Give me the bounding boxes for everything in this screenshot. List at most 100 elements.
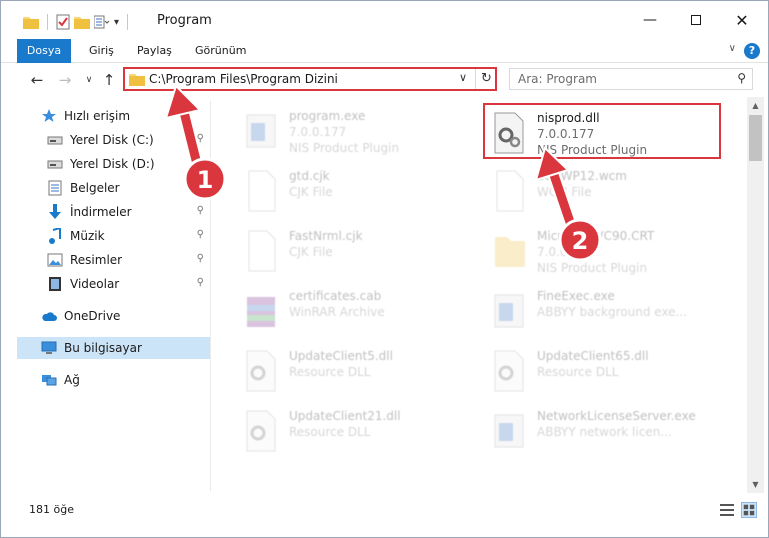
file-name: gtd.cjk bbox=[289, 169, 330, 183]
tab-view[interactable]: Görünüm bbox=[195, 39, 246, 63]
address-path[interactable]: C:\Program Files\Program Dizini bbox=[149, 72, 338, 86]
vertical-scrollbar[interactable]: ▲ ▼ bbox=[747, 97, 764, 493]
refresh-icon: ↻ bbox=[481, 71, 492, 86]
dll-gear-icon bbox=[246, 350, 276, 392]
maximize-icon bbox=[691, 15, 701, 25]
pin-icon[interactable]: ⚲ bbox=[197, 277, 204, 288]
sidebar-item-music[interactable]: Müzik ⚲ bbox=[17, 225, 210, 247]
minimize-button[interactable]: — bbox=[627, 1, 673, 39]
document-icon bbox=[248, 230, 276, 272]
details-view-icon[interactable] bbox=[719, 502, 735, 518]
file-item[interactable]: NetworkLicenseServer.exe ABBYY network l… bbox=[485, 403, 725, 459]
file-item[interactable]: certificates.cab WinRAR Archive bbox=[237, 283, 477, 339]
tab-home[interactable]: Giriş bbox=[89, 39, 114, 63]
sidebar-item-videos[interactable]: Videolar ⚲ bbox=[17, 273, 210, 295]
refresh-button[interactable]: ↻ bbox=[475, 69, 497, 89]
scroll-thumb[interactable] bbox=[749, 115, 762, 161]
pin-icon[interactable]: ⚲ bbox=[197, 133, 204, 144]
customize-icon[interactable] bbox=[94, 15, 110, 29]
file-name: UpdateClient65.dll bbox=[537, 349, 649, 363]
file-item[interactable]: UpdateClient21.dll Resource DLL bbox=[237, 403, 477, 459]
network-icon bbox=[41, 372, 57, 388]
status-bar: 181 öğe bbox=[1, 499, 768, 521]
file-name: Microsoft.VC90.CRT bbox=[537, 229, 655, 243]
qat-dropdown-icon[interactable]: ▾ bbox=[114, 17, 119, 28]
file-item[interactable]: program.exe 7.0.0.177 NIS Product Plugin bbox=[237, 103, 477, 159]
sidebar-item-network[interactable]: Ağ bbox=[17, 369, 210, 391]
explorer-window: ▾ Program — ✕ Dosya Giriş Paylaş Görünüm… bbox=[0, 0, 769, 538]
file-name: UpdateClient21.dll bbox=[289, 409, 401, 423]
folder-icon bbox=[495, 237, 525, 267]
exe-icon bbox=[494, 414, 524, 448]
sidebar-item-disk-d[interactable]: Yerel Disk (D:) ⚲ bbox=[17, 153, 210, 175]
sidebar-item-downloads[interactable]: İndirmeler ⚲ bbox=[17, 201, 210, 223]
ribbon-expand-icon[interactable]: ∨ bbox=[729, 43, 736, 54]
folder-icon bbox=[129, 74, 145, 86]
close-icon: ✕ bbox=[735, 10, 749, 30]
arrow-right-icon: → bbox=[58, 71, 72, 89]
pin-icon[interactable]: ⚲ bbox=[197, 205, 204, 216]
up-button[interactable]: ↑ bbox=[99, 70, 119, 90]
navigation-pane: Hızlı erişim Yerel Disk (C:) ⚲ Yerel Dis… bbox=[17, 101, 211, 491]
pin-icon[interactable]: ⚲ bbox=[197, 181, 204, 192]
tiles-view-icon[interactable] bbox=[741, 502, 757, 518]
new-folder-icon[interactable] bbox=[74, 15, 90, 29]
sidebar-item-onedrive[interactable]: OneDrive bbox=[17, 305, 210, 327]
file-version: 7.0.0.177 bbox=[289, 125, 347, 139]
file-item[interactable]: SoftWP12.wcm WCM File bbox=[485, 163, 725, 219]
sidebar-item-label: Yerel Disk (D:) bbox=[70, 157, 155, 171]
file-item-nisprod[interactable]: nisprod.dll 7.0.0.177 NIS Product Plugin bbox=[483, 103, 721, 159]
file-list: program.exe 7.0.0.177 NIS Product Plugin… bbox=[233, 101, 745, 491]
forward-button[interactable]: → bbox=[55, 70, 75, 90]
sidebar-item-label: Resimler bbox=[70, 253, 123, 267]
toolbar-separator bbox=[47, 14, 48, 30]
properties-icon[interactable] bbox=[56, 14, 70, 30]
sidebar-item-quick-access[interactable]: Hızlı erişim bbox=[17, 105, 210, 127]
maximize-button[interactable] bbox=[673, 1, 719, 39]
back-button[interactable]: ← bbox=[27, 70, 47, 90]
file-item[interactable]: UpdateClient65.dll Resource DLL bbox=[485, 343, 725, 399]
file-name: nisprod.dll bbox=[537, 111, 600, 125]
dll-gear-icon bbox=[494, 350, 524, 392]
file-item[interactable]: UpdateClient5.dll Resource DLL bbox=[237, 343, 477, 399]
search-placeholder[interactable]: Ara: Program bbox=[518, 72, 597, 86]
help-button[interactable]: ? bbox=[744, 43, 760, 59]
file-item[interactable]: FastNrml.cjk CJK File bbox=[237, 223, 477, 279]
search-box[interactable]: Ara: Program ⚲ bbox=[509, 68, 753, 90]
scroll-down-icon[interactable]: ▼ bbox=[747, 476, 764, 493]
pin-icon[interactable]: ⚲ bbox=[197, 229, 204, 240]
address-dropdown-icon[interactable]: ∨ bbox=[459, 71, 467, 84]
cloud-icon bbox=[41, 308, 57, 324]
sidebar-item-label: Yerel Disk (C:) bbox=[70, 133, 154, 147]
sidebar-item-this-pc[interactable]: Bu bilgisayar bbox=[17, 337, 210, 359]
navigation-bar: ← → ∨ ↑ C:\Program Files\Program Dizini … bbox=[1, 63, 768, 97]
file-name: UpdateClient5.dll bbox=[289, 349, 393, 363]
file-item[interactable]: FineExec.exe ABBYY background exe... bbox=[485, 283, 725, 339]
sidebar-item-label: Bu bilgisayar bbox=[64, 341, 142, 355]
tab-share[interactable]: Paylaş bbox=[137, 39, 172, 63]
scroll-up-icon[interactable]: ▲ bbox=[747, 97, 764, 114]
tab-file[interactable]: Dosya bbox=[17, 39, 71, 63]
close-button[interactable]: ✕ bbox=[719, 1, 765, 39]
sidebar-item-disk-c[interactable]: Yerel Disk (C:) ⚲ bbox=[17, 129, 210, 151]
pin-icon[interactable]: ⚲ bbox=[197, 253, 204, 264]
address-bar[interactable]: C:\Program Files\Program Dizini ∨ ↻ bbox=[123, 67, 497, 91]
dll-gear-icon bbox=[494, 112, 524, 154]
file-type: CJK File bbox=[289, 185, 333, 199]
sidebar-item-label: Ağ bbox=[64, 373, 80, 387]
file-description: NIS Product Plugin bbox=[537, 261, 648, 275]
sidebar-item-documents[interactable]: Belgeler ⚲ bbox=[17, 177, 210, 199]
sidebar-item-pictures[interactable]: Resimler ⚲ bbox=[17, 249, 210, 271]
file-type: CJK File bbox=[289, 245, 333, 259]
file-name: NetworkLicenseServer.exe bbox=[537, 409, 696, 423]
file-item[interactable]: gtd.cjk CJK File bbox=[237, 163, 477, 219]
recent-locations-button[interactable]: ∨ bbox=[79, 70, 99, 90]
arrow-left-icon: ← bbox=[30, 71, 44, 89]
file-type: Resource DLL bbox=[289, 425, 371, 439]
file-item[interactable]: Microsoft.VC90.CRT 7.0.0 NIS Product Plu… bbox=[485, 223, 725, 279]
quick-access-toolbar: ▾ bbox=[23, 12, 132, 32]
sidebar-item-label: Hızlı erişim bbox=[64, 109, 131, 123]
pin-icon[interactable]: ⚲ bbox=[197, 157, 204, 168]
search-icon[interactable]: ⚲ bbox=[737, 71, 746, 85]
star-icon bbox=[41, 108, 57, 124]
